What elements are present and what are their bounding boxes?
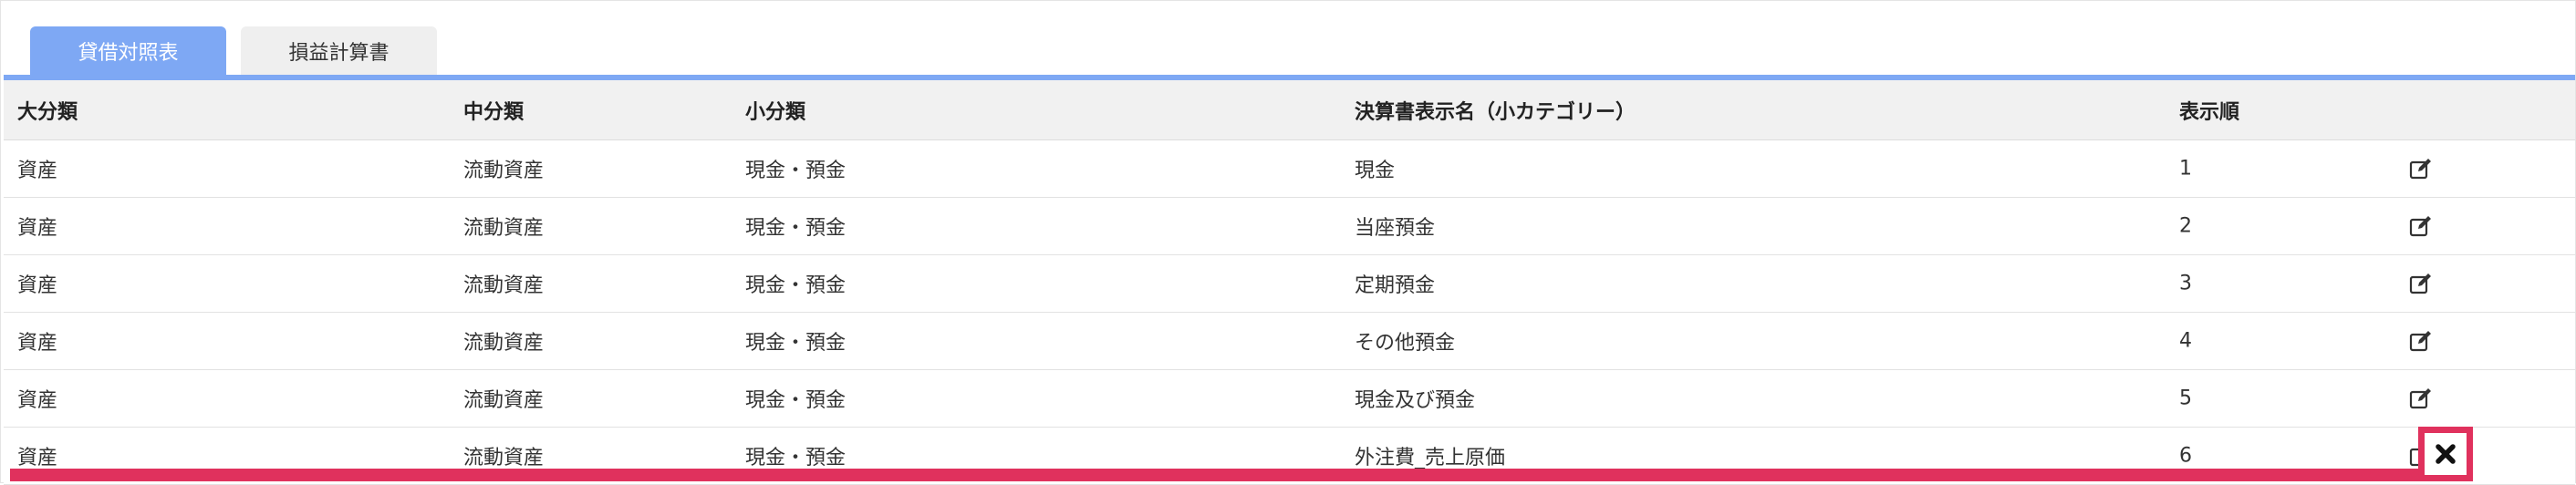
header-display-order: 表示順 — [2179, 100, 2240, 124]
statement-tabs: 貸借対照表 損益計算書 — [30, 26, 437, 75]
row-highlight-bar — [10, 469, 2473, 481]
tab-balance-sheet[interactable]: 貸借対照表 — [30, 26, 226, 75]
cell-display-name: 現金及び預金 — [1355, 389, 1476, 412]
cell-middle: 流動資産 — [463, 217, 545, 240]
cell-order: 2 — [2179, 214, 2192, 238]
table-row: 資産 流動資産 現金・預金 現金及び預金 5 — [4, 370, 2575, 428]
cell-major: 資産 — [17, 389, 58, 412]
cell-minor: 現金・預金 — [745, 447, 847, 470]
cell-display-name: 現金 — [1355, 160, 1396, 182]
cell-major: 資産 — [17, 332, 58, 355]
close-icon — [2436, 444, 2456, 464]
cell-middle: 流動資産 — [463, 274, 545, 297]
header-major-category: 大分類 — [17, 100, 78, 124]
header-minor-category: 小分類 — [745, 100, 806, 124]
table-row: 資産 流動資産 現金・預金 当座預金 2 — [4, 198, 2575, 255]
cell-minor: 現金・預金 — [745, 332, 847, 355]
table-row: 資産 流動資産 現金・預金 現金 1 — [4, 140, 2575, 198]
cell-major: 資産 — [17, 274, 58, 297]
cell-minor: 現金・預金 — [745, 389, 847, 412]
cell-minor: 現金・預金 — [745, 274, 847, 297]
cell-middle: 流動資産 — [463, 447, 545, 470]
cell-display-name: 定期預金 — [1355, 274, 1436, 297]
cell-order: 4 — [2179, 329, 2192, 353]
edit-icon[interactable] — [2409, 272, 2433, 295]
edit-icon[interactable] — [2409, 329, 2433, 353]
balance-sheet-panel: 貸借対照表 損益計算書 大分類 中分類 小分類 決算書表示名（小カテゴリー） 表… — [0, 0, 2576, 485]
cell-minor: 現金・預金 — [745, 160, 847, 182]
cell-major: 資産 — [17, 447, 58, 470]
cell-major: 資産 — [17, 160, 58, 182]
cell-minor: 現金・預金 — [745, 217, 847, 240]
tab-income-statement[interactable]: 損益計算書 — [241, 26, 437, 75]
header-display-name: 決算書表示名（小カテゴリー） — [1355, 100, 1636, 124]
cell-middle: 流動資産 — [463, 389, 545, 412]
delete-button[interactable] — [2418, 427, 2473, 481]
cell-order: 3 — [2179, 272, 2192, 295]
cell-middle: 流動資産 — [463, 332, 545, 355]
edit-icon[interactable] — [2409, 157, 2433, 181]
cell-middle: 流動資産 — [463, 160, 545, 182]
cell-display-name: 当座預金 — [1355, 217, 1436, 240]
cell-display-name: 外注費_売上原価 — [1355, 447, 1506, 470]
table-header: 大分類 中分類 小分類 決算書表示名（小カテゴリー） 表示順 — [4, 80, 2575, 140]
edit-icon[interactable] — [2409, 387, 2433, 410]
cell-display-name: その他預金 — [1355, 332, 1456, 355]
table-row: 資産 流動資産 現金・預金 定期預金 3 — [4, 255, 2575, 313]
cell-major: 資産 — [17, 217, 58, 240]
cell-order: 1 — [2179, 157, 2192, 181]
table-row: 資産 流動資産 現金・預金 その他預金 4 — [4, 313, 2575, 370]
header-middle-category: 中分類 — [463, 100, 525, 124]
edit-icon[interactable] — [2409, 214, 2433, 238]
cell-order: 6 — [2179, 444, 2192, 468]
cell-order: 5 — [2179, 387, 2192, 410]
